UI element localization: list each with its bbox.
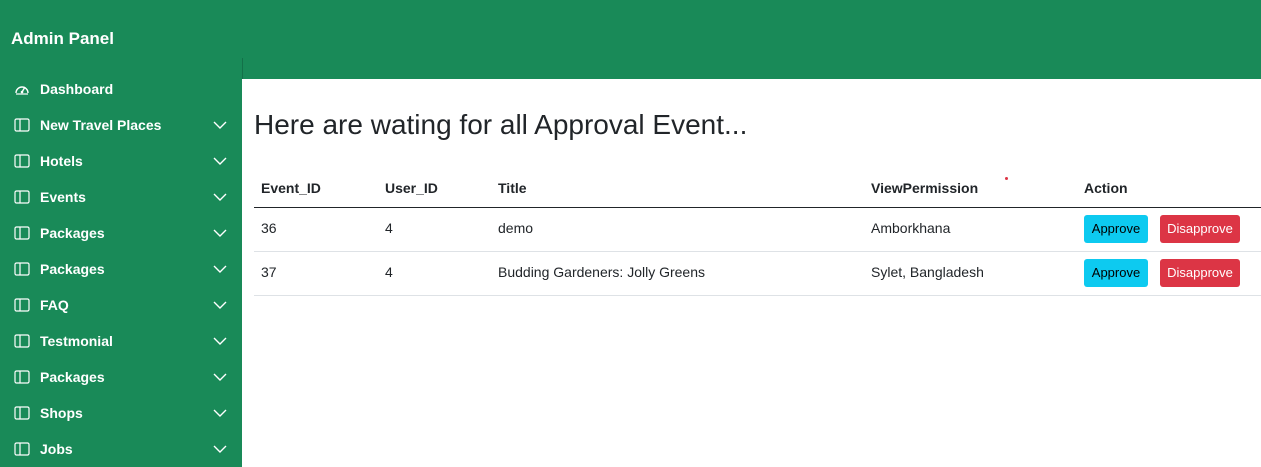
layout-icon [14, 154, 30, 168]
sidebar-item-packages-3[interactable]: Packages [0, 359, 242, 395]
layout-icon [14, 334, 30, 348]
chevron-down-icon [213, 445, 227, 453]
layout-icon [14, 262, 30, 276]
chevron-down-icon [213, 373, 227, 381]
chevron-down-icon [213, 193, 227, 201]
sidebar-divider [242, 58, 243, 79]
event-id-cell: 37 [261, 264, 277, 280]
sidebar: Dashboard New Travel Places Hotels Event… [0, 58, 242, 467]
view-permission-cell: Sylet, Bangladesh [871, 264, 984, 280]
main-content: Here are wating for all Approval Event..… [242, 79, 1261, 467]
sidebar-item-label: Dashboard [40, 81, 114, 97]
user-id-cell: 4 [385, 220, 393, 236]
sidebar-item-packages[interactable]: Packages [0, 215, 242, 251]
chevron-down-icon [213, 301, 227, 309]
disapprove-button[interactable]: Disapprove [1160, 259, 1240, 287]
layout-icon [14, 226, 30, 240]
layout-icon [14, 298, 30, 312]
layout-icon [14, 190, 30, 204]
chevron-down-icon [213, 337, 227, 345]
speedometer-icon [15, 86, 29, 95]
sidebar-item-events[interactable]: Events [0, 179, 242, 215]
indicator-dot [1005, 177, 1008, 180]
chevron-down-icon [213, 229, 227, 237]
layout-icon [14, 406, 30, 420]
column-header-action: Action [1084, 180, 1128, 196]
sidebar-item-label: Events [40, 189, 86, 205]
sidebar-item-new-travel-places[interactable]: New Travel Places [0, 107, 242, 143]
table-header: Event_ID User_ID Title ViewPermission Ac… [254, 169, 1261, 208]
sidebar-item-label: Shops [40, 405, 83, 421]
sidebar-item-shops[interactable]: Shops [0, 395, 242, 431]
title-cell: demo [498, 220, 534, 236]
approve-button[interactable]: Approve [1084, 215, 1148, 243]
chevron-down-icon [213, 409, 227, 417]
column-header-view-permission: ViewPermission [871, 180, 979, 196]
sidebar-item-jobs[interactable]: Jobs [0, 431, 242, 467]
sidebar-item-testmonial[interactable]: Testmonial [0, 323, 242, 359]
sidebar-item-label: Packages [40, 225, 105, 241]
column-header-title: Title [498, 180, 527, 196]
chevron-down-icon [213, 121, 227, 129]
sidebar-item-packages-2[interactable]: Packages [0, 251, 242, 287]
sidebar-item-hotels[interactable]: Hotels [0, 143, 242, 179]
layout-icon [14, 370, 30, 384]
approve-button[interactable]: Approve [1084, 259, 1148, 287]
view-permission-cell: Amborkhana [871, 220, 951, 236]
title-cell: Budding Gardeners: Jolly Greens [498, 264, 705, 280]
sidebar-item-dashboard[interactable]: Dashboard [0, 71, 242, 107]
page-title: Here are wating for all Approval Event..… [254, 109, 748, 140]
column-header-event-id: Event_ID [261, 180, 321, 196]
sidebar-item-label: FAQ [40, 297, 69, 313]
sidebar-item-label: Testmonial [40, 333, 113, 349]
sidebar-item-label: Hotels [40, 153, 83, 169]
chevron-down-icon [213, 157, 227, 165]
brand-title[interactable]: Admin Panel [11, 29, 114, 49]
chevron-down-icon [213, 265, 227, 273]
sidebar-item-label: Jobs [40, 441, 73, 457]
sidebar-item-label: Packages [40, 261, 105, 277]
layout-icon [14, 442, 30, 456]
layout-icon [14, 118, 30, 132]
sidebar-item-faq[interactable]: FAQ [0, 287, 242, 323]
table-row: 36 4 demo Amborkhana Approve Disapprove [254, 208, 1261, 252]
event-id-cell: 36 [261, 220, 277, 236]
approval-table: Event_ID User_ID Title ViewPermission Ac… [254, 169, 1261, 296]
disapprove-button[interactable]: Disapprove [1160, 215, 1240, 243]
column-header-user-id: User_ID [385, 180, 438, 196]
sidebar-item-label: New Travel Places [40, 117, 162, 133]
user-id-cell: 4 [385, 264, 393, 280]
table-row: 37 4 Budding Gardeners: Jolly Greens Syl… [254, 252, 1261, 296]
sidebar-item-label: Packages [40, 369, 105, 385]
